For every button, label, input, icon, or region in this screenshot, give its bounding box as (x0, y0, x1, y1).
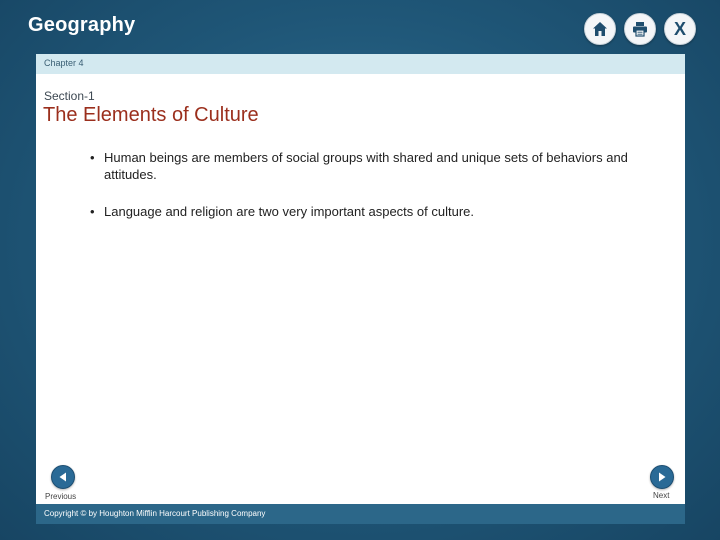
bullet-dot-icon: • (90, 150, 95, 165)
print-button[interactable] (624, 13, 656, 45)
home-icon (593, 22, 607, 36)
next-label[interactable]: Next (653, 491, 669, 500)
app-frame: Geography X Chapter 4 Section-1 The Elem… (0, 0, 720, 540)
previous-button[interactable] (51, 465, 75, 489)
bullet-list: • Human beings are members of social gro… (90, 149, 660, 240)
footer-bar: Copyright © by Houghton Mifflin Harcourt… (36, 504, 685, 524)
bullet-item: • Language and religion are two very imp… (90, 203, 660, 220)
close-icon: X (673, 19, 686, 39)
bullet-text: Human beings are members of social group… (104, 150, 628, 182)
copyright-text: Copyright © by Houghton Mifflin Harcourt… (44, 509, 266, 518)
toolbar: X (584, 13, 696, 45)
section-label: Section-1 (44, 89, 95, 103)
app-title: Geography (28, 14, 136, 36)
close-button[interactable]: X (664, 13, 696, 45)
next-button[interactable] (650, 465, 674, 489)
slide-panel: Chapter 4 Section-1 The Elements of Cult… (36, 54, 685, 504)
chapter-label: Chapter 4 (44, 58, 84, 68)
home-button[interactable] (584, 13, 616, 45)
previous-label[interactable]: Previous (45, 492, 76, 501)
bullet-text: Language and religion are two very impor… (104, 204, 474, 219)
triangle-left-icon (59, 472, 66, 482)
chapter-bar: Chapter 4 (36, 54, 685, 74)
bullet-item: • Human beings are members of social gro… (90, 149, 660, 183)
print-icon (633, 22, 647, 37)
triangle-right-icon (659, 472, 666, 482)
bullet-dot-icon: • (90, 204, 95, 219)
page-title: The Elements of Culture (43, 104, 259, 126)
